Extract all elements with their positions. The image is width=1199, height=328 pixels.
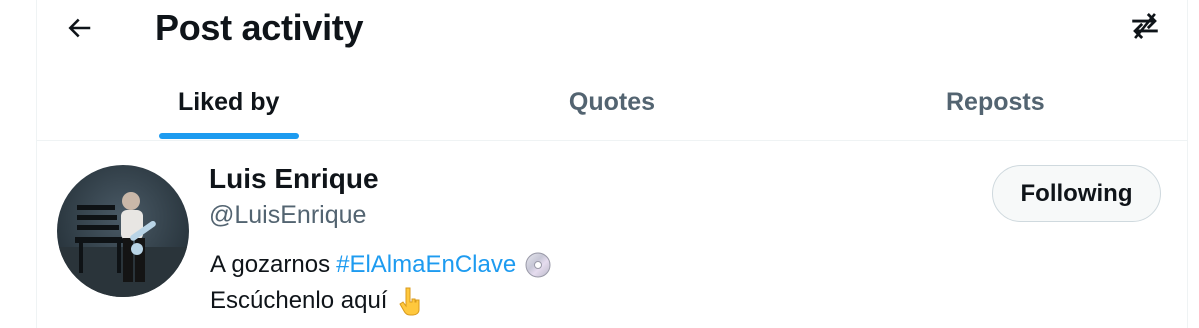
bio-text: A gozarnos [210,251,331,278]
pointing-down-icon [397,286,423,316]
post-activity-panel: Post activity Liked by Quotes Reposts Lu… [36,0,1188,328]
user-bio: A gozarnos #ElAlmaEnClave Escúchenlo aqu… [210,247,552,319]
user-display-name[interactable]: Luis Enrique [209,161,379,197]
tab-label: Reposts [946,88,1045,116]
following-button[interactable]: Following [992,165,1161,222]
bio-line-1: A gozarnos #ElAlmaEnClave [210,247,552,283]
tab-liked-by[interactable]: Liked by [37,66,420,140]
tab-label: Quotes [568,88,656,116]
tab-bar: Liked by Quotes Reposts [37,66,1187,141]
page-title: Post activity [155,7,364,48]
user-list-item[interactable]: Luis Enrique @LuisEnrique Following A go… [37,141,1187,328]
arrow-left-icon [68,18,91,38]
back-button[interactable] [59,8,99,48]
bio-text: Escúchenlo aquí [210,287,388,314]
bio-line-2: Escúchenlo aquí [210,283,552,319]
tab-reposts[interactable]: Reposts [804,66,1187,140]
active-tab-indicator [158,133,299,139]
swap-arrows-icon [1132,12,1158,40]
tab-label: Liked by [177,88,280,116]
avatar[interactable] [57,165,189,297]
tab-quotes[interactable]: Quotes [420,66,803,140]
user-handle: @LuisEnrique [209,201,367,229]
disc-icon [524,251,552,279]
hashtag-link[interactable]: #ElAlmaEnClave [336,247,516,283]
swap-button[interactable] [1125,6,1165,46]
header: Post activity [37,0,1187,56]
avatar-photo [57,165,189,297]
